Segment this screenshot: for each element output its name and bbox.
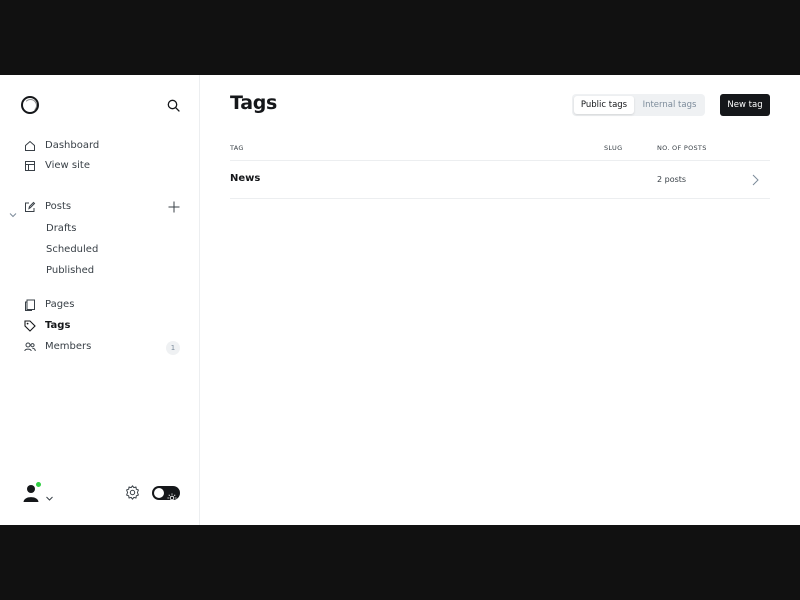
tab-public-tags[interactable]: Public tags xyxy=(574,96,634,114)
sidebar-subitem-scheduled[interactable]: Scheduled xyxy=(46,242,98,258)
page-title: Tags xyxy=(230,92,278,114)
online-status-dot xyxy=(35,481,42,488)
letterbox-bottom xyxy=(0,525,800,600)
sidebar-item-label: Pages xyxy=(45,299,75,310)
gear-icon[interactable] xyxy=(124,484,141,501)
search-icon[interactable] xyxy=(164,96,182,114)
members-count-badge: 1 xyxy=(166,341,180,355)
layout-icon xyxy=(23,159,36,172)
chevron-right-icon xyxy=(750,172,760,186)
pen-icon xyxy=(23,200,36,213)
pages-icon xyxy=(23,298,36,311)
column-header-slug: SLUG xyxy=(604,144,623,152)
sidebar-subitem-drafts[interactable]: Drafts xyxy=(46,221,76,237)
sidebar: Dashboard View site Posts Drafts Schedul… xyxy=(0,75,200,525)
sun-icon xyxy=(167,488,177,503)
table-row[interactable]: News 2 posts xyxy=(230,161,770,198)
sidebar-item-view-site[interactable]: View site xyxy=(0,156,199,176)
tab-internal-tags[interactable]: Internal tags xyxy=(636,96,703,114)
sidebar-item-pages[interactable]: Pages xyxy=(0,295,199,315)
sidebar-footer xyxy=(0,475,199,511)
tag-name[interactable]: News xyxy=(230,173,260,184)
sidebar-item-label: Dashboard xyxy=(45,140,100,151)
sidebar-item-label: Posts xyxy=(45,201,72,212)
members-icon xyxy=(23,340,36,353)
column-header-posts: NO. OF POSTS xyxy=(657,144,707,152)
sidebar-item-label: View site xyxy=(45,160,90,171)
theme-toggle[interactable] xyxy=(152,486,180,503)
column-header-tag: TAG xyxy=(230,144,244,152)
tag-icon xyxy=(23,319,36,332)
toggle-knob xyxy=(154,488,164,498)
chevron-down-icon[interactable] xyxy=(45,488,54,501)
divider xyxy=(230,198,770,199)
tag-type-switch: Public tags Internal tags xyxy=(572,94,705,116)
sidebar-item-label: Members xyxy=(45,341,92,352)
home-icon xyxy=(23,139,36,152)
admin-app: Dashboard View site Posts Drafts Schedul… xyxy=(0,75,800,525)
tag-post-count[interactable]: 2 posts xyxy=(657,175,686,184)
add-post-button[interactable] xyxy=(166,199,182,215)
sidebar-item-tags[interactable]: Tags xyxy=(0,316,199,336)
main-content: Tags Public tags Internal tags New tag T… xyxy=(200,75,800,525)
letterbox-top xyxy=(0,0,800,75)
sidebar-subitem-published[interactable]: Published xyxy=(46,263,94,279)
ghost-logo-icon[interactable] xyxy=(21,96,39,114)
sidebar-item-label: Tags xyxy=(45,320,71,331)
sidebar-item-dashboard[interactable]: Dashboard xyxy=(0,136,199,156)
new-tag-button[interactable]: New tag xyxy=(720,94,770,116)
